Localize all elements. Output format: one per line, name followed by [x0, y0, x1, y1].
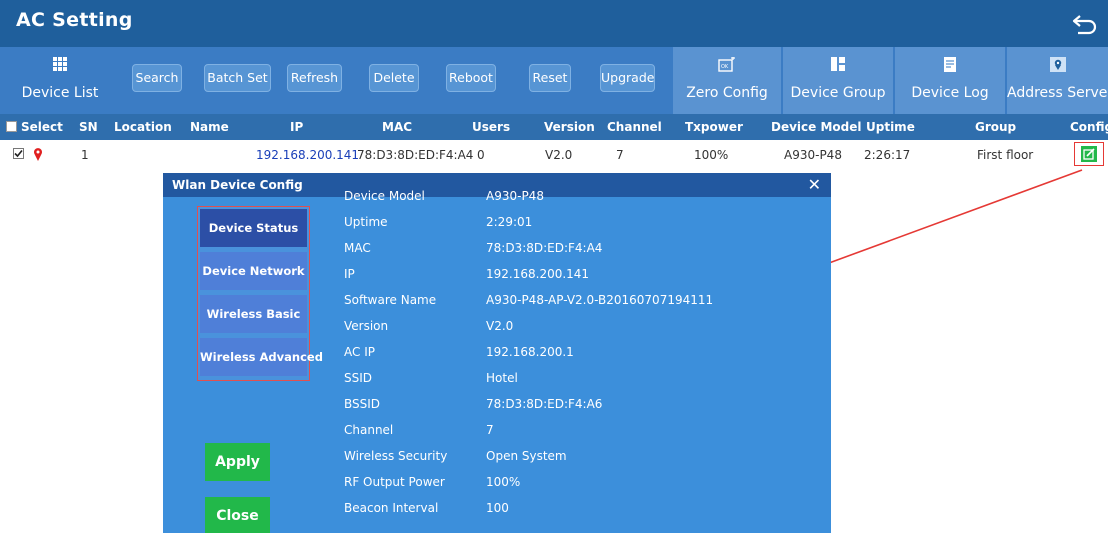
dialog-title: Wlan Device Config	[172, 178, 303, 192]
table-row[interactable]: 1 192.168.200.141 78:D3:8D:ED:F4:A4 0 V2…	[0, 140, 1108, 168]
wlan-device-config-dialog: Wlan Device Config ✕ Device Status Devic…	[163, 173, 831, 533]
col-mac: MAC	[382, 120, 413, 134]
address-server-button[interactable]: Address Server	[1007, 47, 1108, 114]
page-title: AC Setting	[16, 9, 133, 31]
location-pin-icon	[34, 148, 42, 161]
header-bar: AC Setting	[0, 0, 1108, 47]
field-value: 78:D3:8D:ED:F4:A4	[486, 241, 603, 255]
col-location: Location	[114, 120, 172, 134]
edit-config-icon[interactable]	[1081, 146, 1097, 162]
col-select: Select	[21, 120, 63, 134]
field-value: 100%	[486, 475, 521, 489]
toolbar: Device List Search Batch Set Refresh Del…	[0, 47, 1108, 114]
close-icon[interactable]: ✕	[808, 175, 821, 194]
menu-device-status[interactable]: Device Status	[200, 209, 307, 247]
field-label: AC IP	[344, 345, 375, 359]
field-value: 100	[486, 501, 509, 515]
col-group: Group	[975, 120, 1017, 134]
field-value: A930-P48	[486, 189, 544, 203]
col-device-model: Device Model	[771, 120, 862, 134]
zero-config-label: Zero Config	[686, 85, 768, 101]
field-value: Hotel	[486, 371, 518, 385]
col-ip: IP	[290, 120, 304, 134]
field-value: 78:D3:8D:ED:F4:A6	[486, 397, 603, 411]
col-uptime: Uptime	[866, 120, 915, 134]
device-group-button[interactable]: Device Group	[783, 47, 893, 114]
field-label: Version	[344, 319, 389, 333]
col-users: Users	[472, 120, 511, 134]
config-menu: Device Status Device Network Wireless Ba…	[197, 206, 323, 381]
row-ip-link[interactable]: 192.168.200.141	[256, 148, 359, 162]
upgrade-button[interactable]: Upgrade	[600, 64, 655, 92]
device-list-label: Device List	[21, 85, 99, 101]
row-group: First floor	[977, 148, 1034, 162]
field-label: Beacon Interval	[344, 501, 439, 515]
field-value: 2:29:01	[486, 215, 533, 229]
device-group-label: Device Group	[790, 85, 886, 101]
delete-button[interactable]: Delete	[369, 64, 419, 92]
field-value: 192.168.200.141	[486, 267, 590, 281]
ok-box-icon: OK	[718, 57, 735, 72]
field-label: SSID	[344, 371, 373, 385]
select-all-checkbox[interactable]	[6, 121, 17, 132]
table-header: Select SN Location Name IP MAC Users Ver…	[0, 114, 1108, 140]
col-version: Version	[544, 120, 595, 134]
document-icon	[944, 57, 956, 72]
col-config: Config	[1070, 120, 1108, 134]
field-value: Open System	[486, 449, 567, 463]
device-log-label: Device Log	[911, 85, 989, 101]
zero-config-button[interactable]: OK Zero Config	[673, 47, 781, 114]
field-label: Wireless Security	[344, 449, 448, 463]
field-label: Device Model	[344, 189, 425, 203]
col-sn: SN	[79, 120, 98, 134]
row-checkbox[interactable]	[13, 148, 24, 159]
device-list-button[interactable]: Device List	[0, 47, 120, 114]
grid-icon	[53, 57, 67, 71]
field-label: Uptime	[344, 215, 388, 229]
row-channel: 7	[616, 148, 624, 162]
app-window: AC Setting Device List Search Batch Set …	[0, 0, 1108, 533]
row-device-model: A930-P48	[784, 148, 842, 162]
row-uptime: 2:26:17	[864, 148, 911, 162]
batch-set-button[interactable]: Batch Set	[204, 64, 271, 92]
reset-button[interactable]: Reset	[529, 64, 571, 92]
row-txpower: 100%	[694, 148, 729, 162]
row-mac: 78:D3:8D:ED:F4:A4	[357, 148, 474, 162]
row-sn: 1	[81, 148, 89, 162]
device-log-button[interactable]: Device Log	[895, 47, 1005, 114]
row-users: 0	[477, 148, 485, 162]
apply-button[interactable]: Apply	[205, 443, 270, 481]
row-version: V2.0	[545, 148, 573, 162]
refresh-button[interactable]: Refresh	[287, 64, 342, 92]
search-button[interactable]: Search	[132, 64, 182, 92]
close-button[interactable]: Close	[205, 497, 270, 533]
field-label: MAC	[344, 241, 371, 255]
field-label: RF Output Power	[344, 475, 445, 489]
col-name: Name	[190, 120, 229, 134]
field-label: Channel	[344, 423, 394, 437]
field-value: V2.0	[486, 319, 514, 333]
back-arrow-icon[interactable]	[1070, 12, 1100, 36]
device-group-icon	[831, 57, 845, 71]
col-channel: Channel	[607, 120, 662, 134]
col-txpower: Txpower	[685, 120, 743, 134]
field-label: BSSID	[344, 397, 381, 411]
reboot-button[interactable]: Reboot	[446, 64, 496, 92]
field-value: 7	[486, 423, 494, 437]
menu-wireless-basic[interactable]: Wireless Basic	[200, 295, 307, 333]
svg-text:OK: OK	[721, 64, 729, 70]
map-pin-icon	[1049, 57, 1066, 72]
field-label: IP	[344, 267, 355, 281]
field-value: A930-P48-AP-V2.0-B20160707194111	[486, 293, 714, 307]
address-server-label: Address Server	[1007, 85, 1108, 101]
menu-wireless-advanced[interactable]: Wireless Advanced	[200, 338, 323, 376]
menu-device-network[interactable]: Device Network	[200, 252, 307, 290]
field-value: 192.168.200.1	[486, 345, 574, 359]
field-label: Software Name	[344, 293, 437, 307]
